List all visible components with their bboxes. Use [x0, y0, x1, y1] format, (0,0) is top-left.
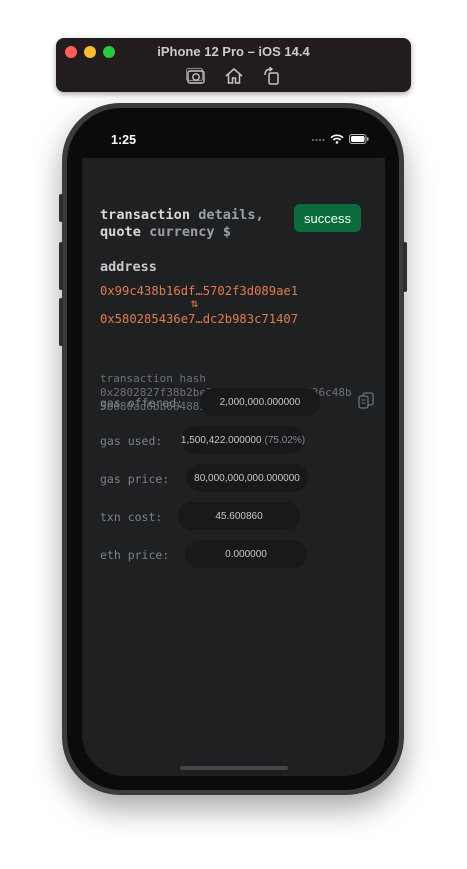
title-word-quote: quote [100, 224, 141, 240]
simulator-toolbar [56, 66, 411, 86]
txn-cost-value: 45.600860 [178, 502, 300, 530]
simulator-title: iPhone 12 Pro – iOS 14.4 [157, 44, 310, 59]
txn-cost-label: txn cost: [100, 510, 163, 524]
title-word-details: details, [198, 207, 264, 223]
status-time: 1:25 [111, 133, 137, 147]
page-title-line-2: quote currency $ [100, 224, 231, 240]
gas-used-value: 1,500,422.000000 (75.02%) [181, 426, 306, 454]
eth-price-value: 0.000000 [185, 540, 307, 568]
page-title-line-1: transaction details, [100, 207, 264, 223]
gas-used-label: gas used: [100, 434, 163, 448]
signal-icon [311, 138, 325, 142]
simulator-title-bar: iPhone 12 Pro – iOS 14.4 [56, 38, 411, 92]
rotate-button[interactable] [261, 66, 283, 86]
wifi-icon [330, 134, 344, 144]
to-address-link[interactable]: 0x580285436e7…dc2b983c71407 [100, 312, 298, 326]
camera-icon [185, 67, 205, 84]
copy-icon[interactable] [358, 392, 374, 410]
gas-price-value: 80,000,000,000.000000 [186, 464, 308, 492]
notch [157, 122, 311, 146]
rotate-icon [263, 67, 279, 85]
swap-arrows-icon: ⇅ [191, 296, 199, 310]
screenshot-button[interactable] [185, 66, 207, 86]
gas-offered-label: gas offered: [100, 396, 184, 410]
mute-switch [59, 194, 63, 222]
transaction-details-sheet: transaction details, quote currency $ su… [82, 158, 385, 776]
status-success-button[interactable]: success [294, 204, 361, 232]
transaction-hash-label: transaction hash [100, 372, 206, 385]
from-address-link[interactable]: 0x99c438b16df…5702f3d089ae1 [100, 284, 298, 298]
status-icons [311, 134, 369, 144]
volume-up-button [59, 242, 63, 290]
gas-offered-value: 2,000,000.000000 [200, 388, 320, 416]
power-button [403, 242, 407, 292]
title-word-currency: currency $ [149, 224, 231, 240]
address-label: address [100, 259, 157, 275]
gas-price-label: gas price: [100, 472, 170, 486]
home-button[interactable] [223, 66, 245, 86]
title-word-transaction: transaction [100, 207, 191, 223]
phone-screen: 1:25 transaction details, quote currency… [82, 122, 385, 776]
eth-price-label: eth price: [100, 548, 170, 562]
gas-used-percent: (75.02%) [264, 434, 306, 446]
home-indicator[interactable] [180, 766, 288, 770]
volume-down-button [59, 298, 63, 346]
battery-icon [349, 134, 369, 144]
home-icon [225, 68, 242, 84]
